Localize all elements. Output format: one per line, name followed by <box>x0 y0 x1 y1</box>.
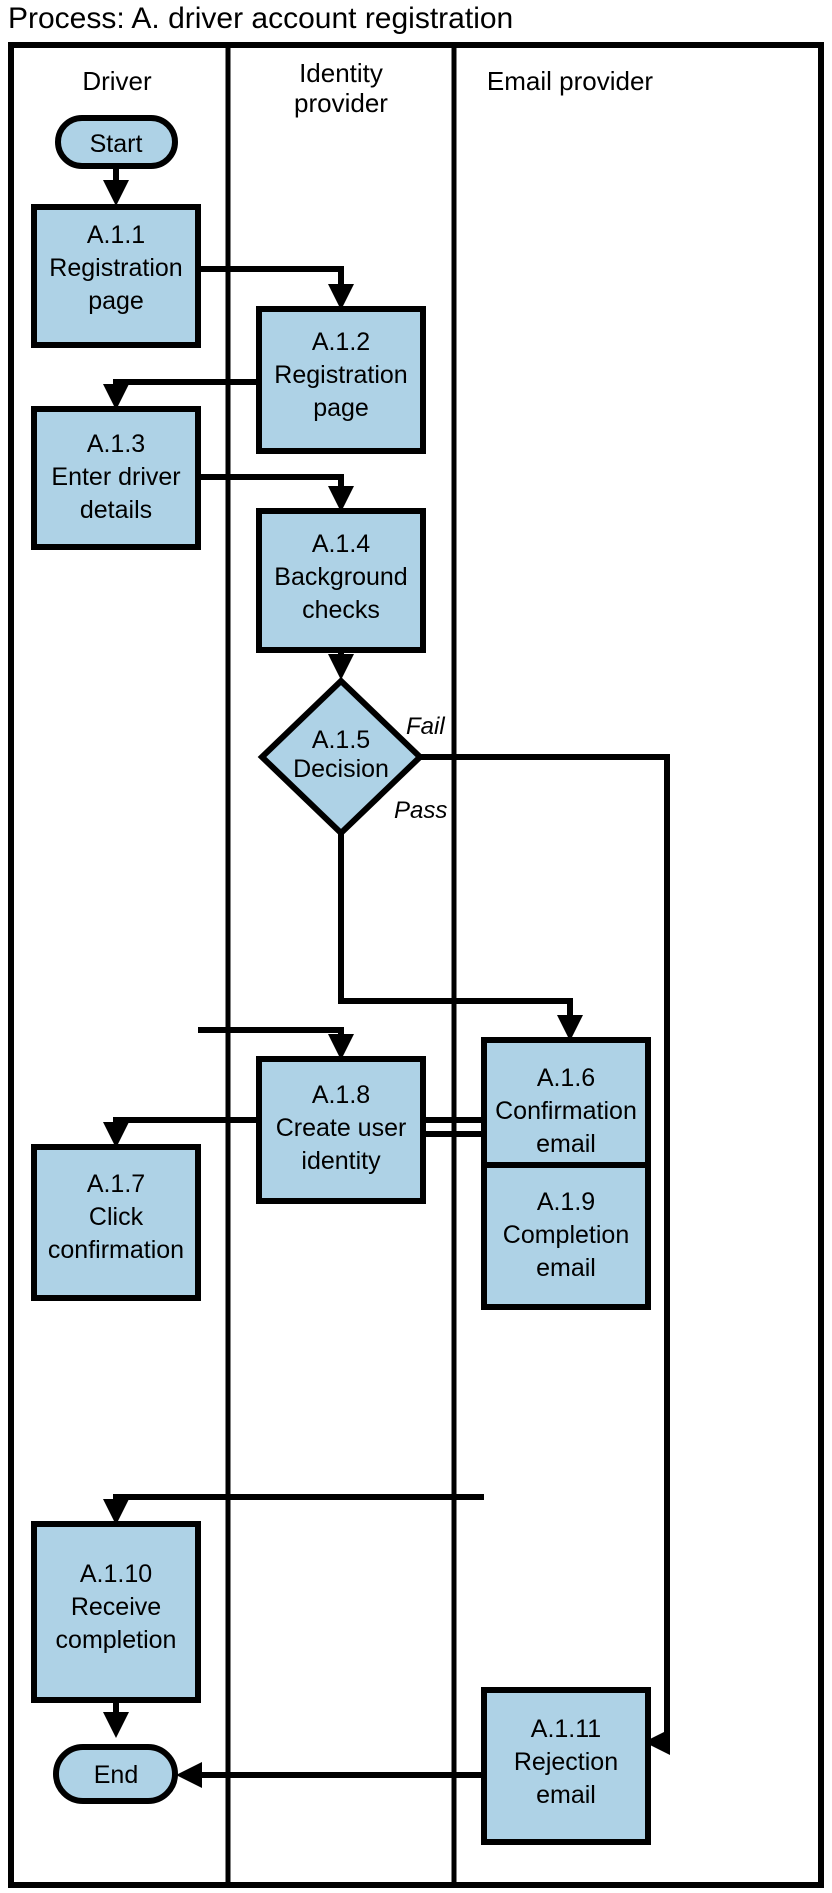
node-a1110-code: A.1.10 <box>80 1560 152 1588</box>
node-a119-code: A.1.9 <box>537 1188 595 1216</box>
node-a117-line2: Click <box>89 1203 144 1231</box>
node-a112-code: A.1.2 <box>312 328 370 356</box>
node-a1111-line3: email <box>536 1781 596 1809</box>
node-a116-line2: Confirmation <box>495 1097 637 1125</box>
edge-a1110-to-end <box>103 1700 129 1738</box>
node-a115-code: A.1.5 <box>312 726 370 754</box>
edge-label-pass: Pass <box>394 797 447 824</box>
edge-a113-to-a114 <box>198 474 354 512</box>
node-a118-line3: identity <box>301 1147 381 1175</box>
node-a112-line3: page <box>313 394 369 422</box>
node-a115-line2: Decision <box>293 755 389 783</box>
node-a1110-line3: completion <box>56 1626 177 1654</box>
node-a113-line3: details <box>80 496 152 524</box>
page-title: Process: A. driver account registration <box>8 2 513 35</box>
node-end[interactable]: End <box>53 1744 178 1804</box>
edge-start-to-a111 <box>103 166 129 206</box>
node-a114-code: A.1.4 <box>312 530 370 558</box>
node-a117-line3: confirmation <box>48 1236 184 1264</box>
node-a114-line2: Background <box>274 563 407 591</box>
node-start[interactable]: Start <box>55 115 178 169</box>
node-a119-line3: email <box>536 1254 596 1282</box>
lane-header-identity-provider-line1: Identity <box>299 58 383 88</box>
node-a114-line3: checks <box>302 596 380 624</box>
node-a118[interactable]: A.1.8 Create user identity <box>256 1056 426 1204</box>
lane-header-email-provider: Email provider <box>487 66 654 96</box>
flowchart-figure: Process: A. driver account registration … <box>0 0 832 1893</box>
node-a114[interactable]: A.1.4 Background checks <box>256 508 426 653</box>
node-a113-line2: Enter driver <box>51 463 180 491</box>
node-a113-code: A.1.3 <box>87 430 145 458</box>
edge-a112-to-a113 <box>103 379 259 410</box>
node-a1111-line2: Rejection <box>514 1748 618 1776</box>
node-a116-code: A.1.6 <box>537 1064 595 1092</box>
node-a112[interactable]: A.1.2 Registration page <box>256 306 426 454</box>
node-a1110[interactable]: A.1.10 Receive completion <box>31 1521 201 1703</box>
node-a111-code: A.1.1 <box>87 221 145 249</box>
node-a1111-code: A.1.11 <box>531 1715 601 1743</box>
edge-a111-to-a112 <box>198 266 354 310</box>
swimlane-flowchart: Process: A. driver account registration … <box>8 2 824 1888</box>
edge-label-fail: Fail <box>406 713 445 740</box>
node-a119-line2: Completion <box>503 1221 629 1249</box>
node-a111-line3: page <box>88 287 144 315</box>
node-start-label: Start <box>90 130 143 158</box>
edge-a117-to-a118 <box>198 1027 354 1060</box>
edge-a1111-to-end <box>176 1762 484 1788</box>
node-end-label: End <box>94 1761 138 1789</box>
node-a112-line2: Registration <box>274 361 407 389</box>
node-a118-line2: Create user <box>276 1114 407 1142</box>
node-a118-code: A.1.8 <box>312 1081 370 1109</box>
node-a1110-line2: Receive <box>71 1593 161 1621</box>
node-a116-line3: email <box>536 1130 596 1158</box>
lane-header-identity-provider-line2: provider <box>294 88 388 118</box>
lane-header-driver: Driver <box>82 66 152 96</box>
edge-a115-pass-to-a116 <box>338 824 583 1041</box>
node-a111-line2: Registration <box>49 254 182 282</box>
node-a117[interactable]: A.1.7 Click confirmation <box>31 1144 201 1301</box>
edge-a119-to-a1110 <box>103 1494 484 1525</box>
edge-a114-to-a115 <box>328 650 354 680</box>
node-a119[interactable]: A.1.9 Completion email <box>481 1162 651 1310</box>
node-a113[interactable]: A.1.3 Enter driver details <box>31 406 201 550</box>
node-a111[interactable]: A.1.1 Registration page <box>31 204 201 348</box>
node-a1111[interactable]: A.1.11 Rejection email <box>481 1687 651 1845</box>
node-a117-code: A.1.7 <box>87 1170 145 1198</box>
